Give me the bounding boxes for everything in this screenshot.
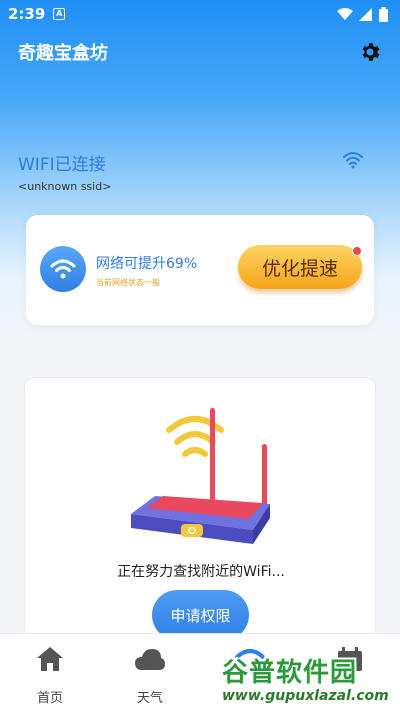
watermark-url: www.gupuxlazal.com [222, 688, 389, 704]
app-title: 奇趣宝盒坊 [18, 43, 108, 64]
nav-label-home: 首页 [36, 691, 63, 706]
battery-icon [379, 6, 388, 22]
wifi-boost-icon [40, 246, 86, 292]
notification-dot [352, 246, 362, 256]
status-icons [337, 6, 388, 22]
home-icon [34, 643, 66, 675]
wifi-connection-status: WIFI已连接 [18, 155, 106, 175]
router-illustration [131, 408, 270, 544]
boost-card: 网络可提升69% 当前网络状态一般 优化提速 [26, 215, 374, 325]
app-bar: 奇趣宝盒坊 [0, 30, 400, 74]
notification-icon: A [53, 8, 66, 20]
optimize-button[interactable]: 优化提速 [238, 245, 362, 289]
watermark: 谷普软件园 www.gupuxlazal.com [222, 652, 398, 708]
signal-icon [359, 7, 372, 21]
gear-icon [362, 43, 380, 61]
wifi-signal-icon [343, 152, 363, 169]
boost-subtitle: 当前网络状态一般 [96, 278, 160, 287]
scan-message: 正在努力查找附近的WiFi... [117, 564, 285, 580]
nav-item-home[interactable]: 首页 [0, 634, 100, 711]
nav-item-weather[interactable]: 天气 [100, 634, 200, 711]
boost-title: 网络可提升69% [96, 256, 198, 272]
settings-button[interactable] [356, 38, 384, 66]
wifi-icon [337, 7, 353, 20]
status-time: 2:39 [8, 5, 46, 23]
watermark-title: 谷普软件园 [222, 658, 358, 688]
status-bar: 2:39 A [0, 0, 400, 28]
nav-label-weather: 天气 [136, 691, 163, 706]
scan-card: 正在努力查找附近的WiFi... 申请权限 [24, 377, 376, 647]
cloud-icon [134, 643, 166, 675]
wifi-ssid: <unknown ssid> [18, 180, 112, 193]
